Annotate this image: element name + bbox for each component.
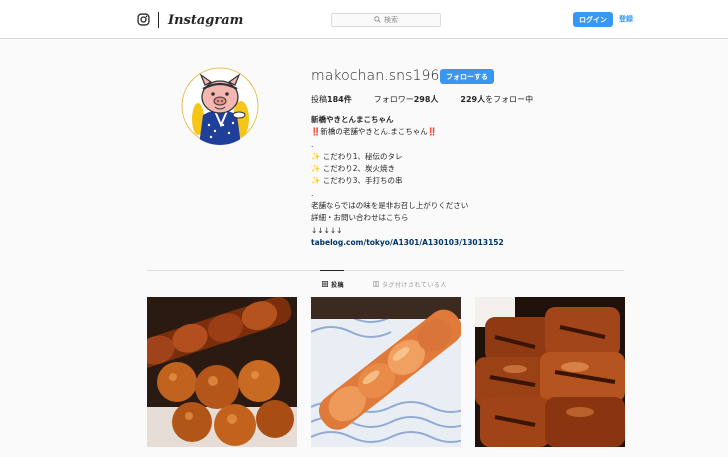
profile-username: makochan.sns1968 — [311, 68, 449, 84]
followers-count-value: 298人 — [413, 95, 439, 104]
signup-link[interactable]: 登録 — [619, 14, 633, 24]
grid-icon — [322, 280, 328, 289]
bio-line: ✨ こだわり3、手打ちの串 — [311, 175, 504, 187]
tagged-person-icon — [373, 280, 379, 289]
profile-stats: 投稿184件 フォロワー298人 229人をフォロー中 — [311, 94, 555, 105]
login-button[interactable]: ログイン — [573, 12, 613, 27]
search-placeholder: 検索 — [384, 16, 398, 24]
active-tab-indicator — [320, 270, 344, 271]
follow-button[interactable]: フォローする — [440, 69, 494, 84]
followers-count-label: フォロワー — [373, 95, 414, 104]
posts-count-label: 投稿 — [311, 95, 327, 104]
following-count[interactable]: 229人をフォロー中 — [460, 94, 533, 105]
sparkle-icon: ✨ — [311, 164, 321, 174]
bio-line: ‼️新橋の老舗やきとん.まこちゃん‼️ — [311, 127, 438, 137]
profile-bio: 新橋やきとんまこちゃん ‼️新橋の老舗やきとん.まこちゃん‼️ . ✨ こだわり… — [311, 114, 504, 249]
tab-tagged[interactable]: タグ付けされている人 — [373, 280, 447, 289]
bio-website-link[interactable]: tabelog.com/tokyo/A1301/A130103/13013152 — [311, 237, 504, 249]
top-navbar: Instagram 検索 ログイン 登録 — [0, 0, 728, 39]
sparkle-icon: ✨ — [311, 151, 321, 161]
bio-line-text: こだわり2、炭火焼き — [322, 164, 396, 174]
bio-line-text: こだわり1、秘伝のタレ — [322, 151, 403, 161]
profile-full-name: 新橋やきとんまこちゃん — [311, 115, 394, 124]
bio-line: ✨ こだわり1、秘伝のタレ — [311, 151, 504, 163]
following-count-label: をフォロー中 — [485, 95, 534, 104]
instagram-camera-icon — [137, 11, 150, 30]
search-input[interactable]: 検索 — [331, 13, 441, 27]
bio-line-text: こだわり3、手打ちの串 — [322, 176, 403, 186]
logo-divider — [158, 12, 159, 28]
bio-line: 老舗ならではの味を是非お召し上がりください — [311, 201, 469, 211]
tabs-divider — [147, 270, 624, 271]
tab-posts[interactable]: 投稿 — [322, 280, 344, 289]
posts-count: 投稿184件 — [311, 94, 352, 105]
bio-line: 詳細・お問い合わせはこちら — [311, 213, 409, 223]
bio-line: . — [311, 139, 314, 149]
bio-line: ✨ こだわり2、炭火焼き — [311, 163, 504, 175]
post-thumbnail[interactable] — [311, 297, 461, 447]
instagram-wordmark: Instagram — [168, 12, 244, 28]
logo[interactable]: Instagram — [137, 12, 243, 28]
profile-avatar[interactable] — [181, 67, 259, 145]
tab-tagged-label: タグ付けされている人 — [382, 282, 447, 289]
posts-count-value: 184件 — [327, 95, 352, 104]
followers-count[interactable]: フォロワー298人 — [374, 94, 439, 105]
search-icon — [374, 15, 381, 25]
bio-line: . — [311, 188, 314, 198]
sparkle-icon: ✨ — [311, 176, 321, 186]
following-count-value: 229人 — [460, 95, 486, 104]
bio-line: ↓↓↓↓↓ — [311, 225, 343, 235]
post-thumbnail[interactable] — [475, 297, 625, 447]
post-thumbnail[interactable] — [147, 297, 297, 447]
tab-posts-label: 投稿 — [331, 282, 345, 289]
